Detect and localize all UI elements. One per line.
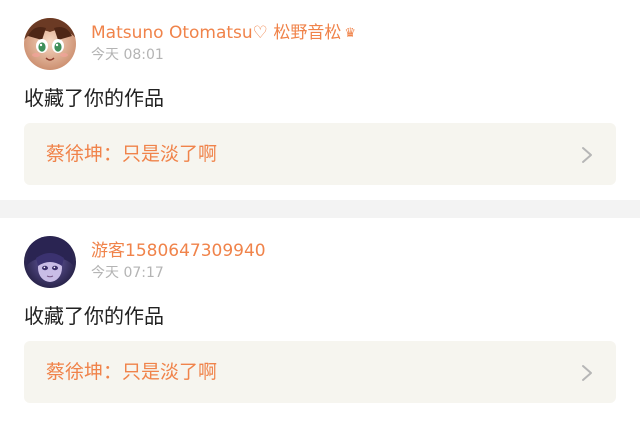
section-divider bbox=[0, 200, 640, 218]
action-text: 收藏了你的作品 bbox=[24, 304, 164, 328]
notification-item: 游客1580647309940 今天 07:17 收藏了你的作品 蔡徐坤：只是淡… bbox=[0, 218, 640, 424]
avatar-image bbox=[24, 18, 76, 70]
chevron-right-icon bbox=[582, 365, 592, 381]
work-reference-card[interactable]: 蔡徐坤：只是淡了啊 bbox=[24, 123, 616, 185]
timestamp: 今天 07:17 bbox=[91, 265, 164, 281]
username[interactable]: Matsuno Otomatsu♡ 松野音松 ♛ bbox=[91, 22, 356, 44]
avatar[interactable] bbox=[24, 18, 76, 70]
username[interactable]: 游客1580647309940 bbox=[91, 240, 266, 262]
timestamp: 今天 08:01 bbox=[91, 47, 164, 63]
username-text: 游客1580647309940 bbox=[91, 241, 266, 261]
action-text: 收藏了你的作品 bbox=[24, 86, 164, 110]
work-reference-card[interactable]: 蔡徐坤：只是淡了啊 bbox=[24, 341, 616, 403]
chevron-right-icon bbox=[582, 147, 592, 163]
crown-icon: ♛ bbox=[344, 25, 356, 41]
username-text: Matsuno Otomatsu♡ 松野音松 bbox=[91, 23, 342, 43]
work-title: 蔡徐坤：只是淡了啊 bbox=[46, 361, 218, 383]
work-title: 蔡徐坤：只是淡了啊 bbox=[46, 143, 218, 165]
notification-item: Matsuno Otomatsu♡ 松野音松 ♛ 今天 08:01 收藏了你的作… bbox=[0, 0, 640, 200]
notification-feed: Matsuno Otomatsu♡ 松野音松 ♛ 今天 08:01 收藏了你的作… bbox=[0, 0, 640, 424]
avatar[interactable] bbox=[24, 236, 76, 288]
avatar-image bbox=[24, 236, 76, 288]
